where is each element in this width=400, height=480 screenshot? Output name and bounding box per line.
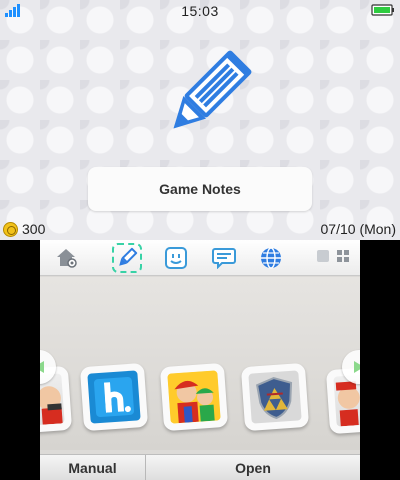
bottom-screen: Manual Open xyxy=(40,240,360,480)
app-title-card: Game Notes xyxy=(88,167,312,211)
miiverse-face-icon[interactable] xyxy=(161,243,191,273)
pencil-icon xyxy=(173,50,252,129)
pencil-icon[interactable] xyxy=(112,243,142,273)
app-icon-h[interactable] xyxy=(79,362,149,432)
view-toggle xyxy=(316,249,354,267)
toolbar xyxy=(40,240,360,276)
play-coins: 300 xyxy=(3,221,45,237)
h-blue-app-icon xyxy=(87,370,141,424)
battery-full-icon xyxy=(371,4,394,16)
app-icon-zelda[interactable] xyxy=(240,362,310,432)
app-icon-mario-luigi[interactable] xyxy=(159,362,229,432)
settings-house-icon[interactable] xyxy=(52,243,82,273)
mario-luigi-app-icon xyxy=(167,370,221,424)
app-title: Game Notes xyxy=(159,181,241,197)
open-button[interactable]: Open xyxy=(146,455,360,480)
manual-button[interactable]: Manual xyxy=(40,455,146,480)
clock: 15:03 xyxy=(181,3,219,19)
top-screen: 15:03 Game Notes 300 07/10 (Mon) xyxy=(0,0,400,240)
zelda-shield-app-icon xyxy=(248,370,302,424)
coin-icon xyxy=(3,221,18,237)
bottom-action-bar: Manual Open xyxy=(40,454,360,480)
single-view-icon[interactable] xyxy=(316,249,330,263)
grid-view-icon[interactable] xyxy=(336,249,350,263)
coin-count: 300 xyxy=(22,221,46,237)
speech-bubble-icon[interactable] xyxy=(209,243,239,273)
date: 07/10 (Mon) xyxy=(320,221,396,237)
globe-icon[interactable] xyxy=(256,243,286,273)
